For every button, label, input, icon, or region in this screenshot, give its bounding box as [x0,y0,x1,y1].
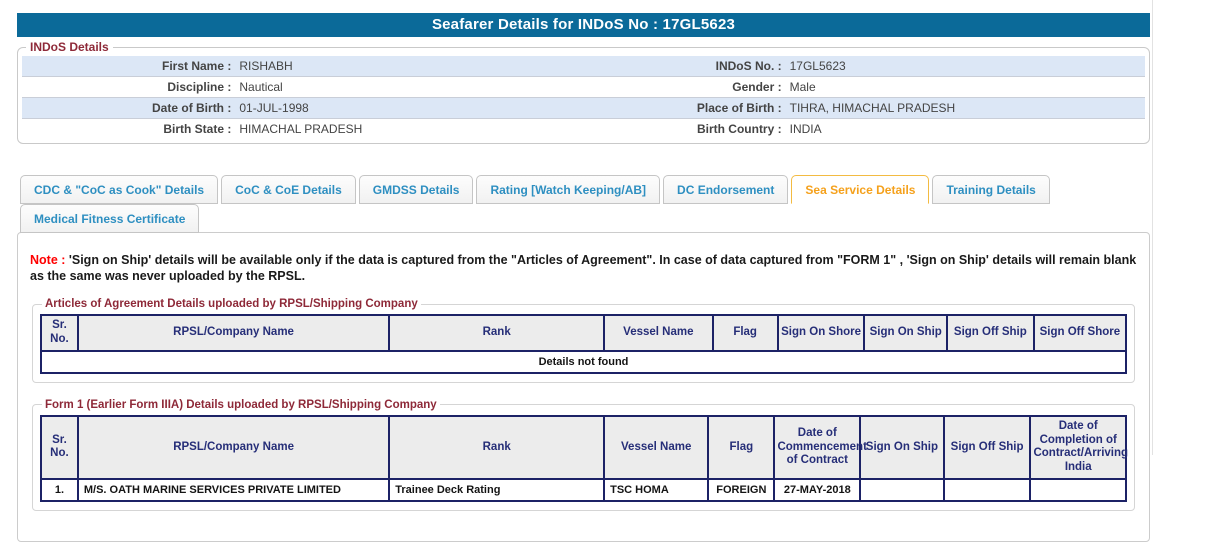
tab-gmdss[interactable]: GMDSS Details [358,175,474,204]
note-text: 'Sign on Ship' details will be available… [30,253,1137,283]
note-label: Note : [30,253,66,267]
col-date-commencement: Date of Commencement of Contract [773,414,867,481]
indos-row: Discipline : Nautical Gender : Male [22,77,1145,98]
cell-date-commencement: 27-MAY-2018 [773,478,862,503]
indos-no-label: INDoS No. : [715,59,782,73]
birth-state-label: Birth State : [163,122,232,136]
col-company: RPSL/Company Name [76,414,391,481]
col-sign-off-ship: Sign Off Ship [945,314,1035,352]
sign-on-ship-note: Note : 'Sign on Ship' details will be av… [30,253,1137,284]
table-header-row: Sr. No. RPSL/Company Name Rank Vessel Na… [40,314,1128,352]
seafarer-details-page: Seafarer Details for INDoS No : 17GL5623… [17,13,1150,543]
col-flag: Flag [711,314,779,352]
discipline-value: Nautical [239,80,283,94]
table-header-row: Sr. No. RPSL/Company Name Rank Vessel Na… [40,414,1128,481]
col-sign-off-ship: Sign Off Ship [942,414,1032,481]
indos-details-section: INDoS Details First Name : RISHABH INDoS… [17,40,1150,144]
indos-row: First Name : RISHABH INDoS No. : 17GL562… [22,56,1145,77]
indos-no-value: 17GL5623 [789,59,846,73]
place-of-birth-value: TIHRA, HIMACHAL PRADESH [789,101,956,115]
birth-country-value: INDIA [789,122,822,136]
tab-cdc-coc-as-cook[interactable]: CDC & "CoC as Cook" Details [20,175,219,204]
cell-sign-off-ship [942,478,1032,503]
table-row: 1. M/S. OATH MARINE SERVICES PRIVATE LIM… [40,478,1127,503]
indos-details-grid: First Name : RISHABH INDoS No. : 17GL562… [22,56,1145,139]
col-flag: Flag [707,414,776,481]
col-sign-off-shore: Sign Off Shore [1032,314,1128,352]
discipline-label: Discipline : [167,80,232,94]
tab-dc-endorsement[interactable]: DC Endorsement [663,175,789,204]
articles-of-agreement-table: Sr. No. RPSL/Company Name Rank Vessel Na… [40,314,1128,374]
birth-country-label: Birth Country : [696,122,782,136]
col-sign-on-shore: Sign On Shore [776,314,866,352]
birth-state-value: HIMACHAL PRADESH [239,122,363,136]
details-tab-bar: CDC & "CoC as Cook" Details CoC & CoE Det… [17,174,1150,233]
indos-row: Birth State : HIMACHAL PRADESH Birth Cou… [22,119,1145,140]
empty-result-row: Details not found [40,349,1127,374]
first-name-value: RISHABH [239,59,293,73]
gender-label: Gender : [732,80,782,94]
form1-section: Form 1 (Earlier Form IIIA) Details uploa… [32,398,1135,512]
indos-details-legend: INDoS Details [30,40,109,54]
col-rank: Rank [388,314,606,352]
col-sr-no: Sr. No. [40,414,79,481]
window-edge-line [1152,0,1153,455]
col-date-completion: Date of Completion of Contract/Arriving … [1029,414,1128,481]
articles-of-agreement-legend: Articles of Agreement Details uploaded b… [45,298,418,311]
tab-medical-fitness[interactable]: Medical Fitness Certificate [20,204,200,233]
cell-vessel: TSC HOMA [603,478,710,503]
col-vessel: Vessel Name [603,314,714,352]
tab-rating-watch-keeping[interactable]: Rating [Watch Keeping/AB] [476,175,661,204]
gender-value: Male [789,80,816,94]
first-name-label: First Name : [162,59,232,73]
dob-label: Date of Birth : [152,101,232,115]
cell-rank: Trainee Deck Rating [388,478,606,503]
indos-row: Date of Birth : 01-JUL-1998 Place of Bir… [22,97,1145,119]
form1-legend: Form 1 (Earlier Form IIIA) Details uploa… [45,398,437,411]
cell-sr-no: 1. [40,478,79,503]
sea-service-panel: Note : 'Sign on Ship' details will be av… [17,232,1150,543]
col-vessel: Vessel Name [603,414,710,481]
col-sign-on-ship: Sign On Ship [859,414,945,481]
page-title: Seafarer Details for INDoS No : 17GL5623 [17,13,1150,37]
cell-sign-on-ship [859,478,945,503]
dob-value: 01-JUL-1998 [239,101,309,115]
cell-flag: FOREIGN [707,478,776,503]
tab-coc-coe[interactable]: CoC & CoE Details [221,175,356,204]
cell-date-completion [1029,478,1127,503]
col-company: RPSL/Company Name [76,314,391,352]
col-rank: Rank [388,414,606,481]
place-of-birth-label: Place of Birth : [696,101,782,115]
details-not-found-message: Details not found [40,349,1127,374]
tab-training-details[interactable]: Training Details [932,175,1050,204]
col-sr-no: Sr. No. [40,314,79,352]
form1-table: Sr. No. RPSL/Company Name Rank Vessel Na… [40,414,1128,503]
cell-company: M/S. OATH MARINE SERVICES PRIVATE LIMITE… [76,478,391,503]
col-sign-on-ship: Sign On Ship [863,314,948,352]
articles-of-agreement-section: Articles of Agreement Details uploaded b… [32,298,1135,383]
tab-sea-service-details[interactable]: Sea Service Details [791,175,930,204]
